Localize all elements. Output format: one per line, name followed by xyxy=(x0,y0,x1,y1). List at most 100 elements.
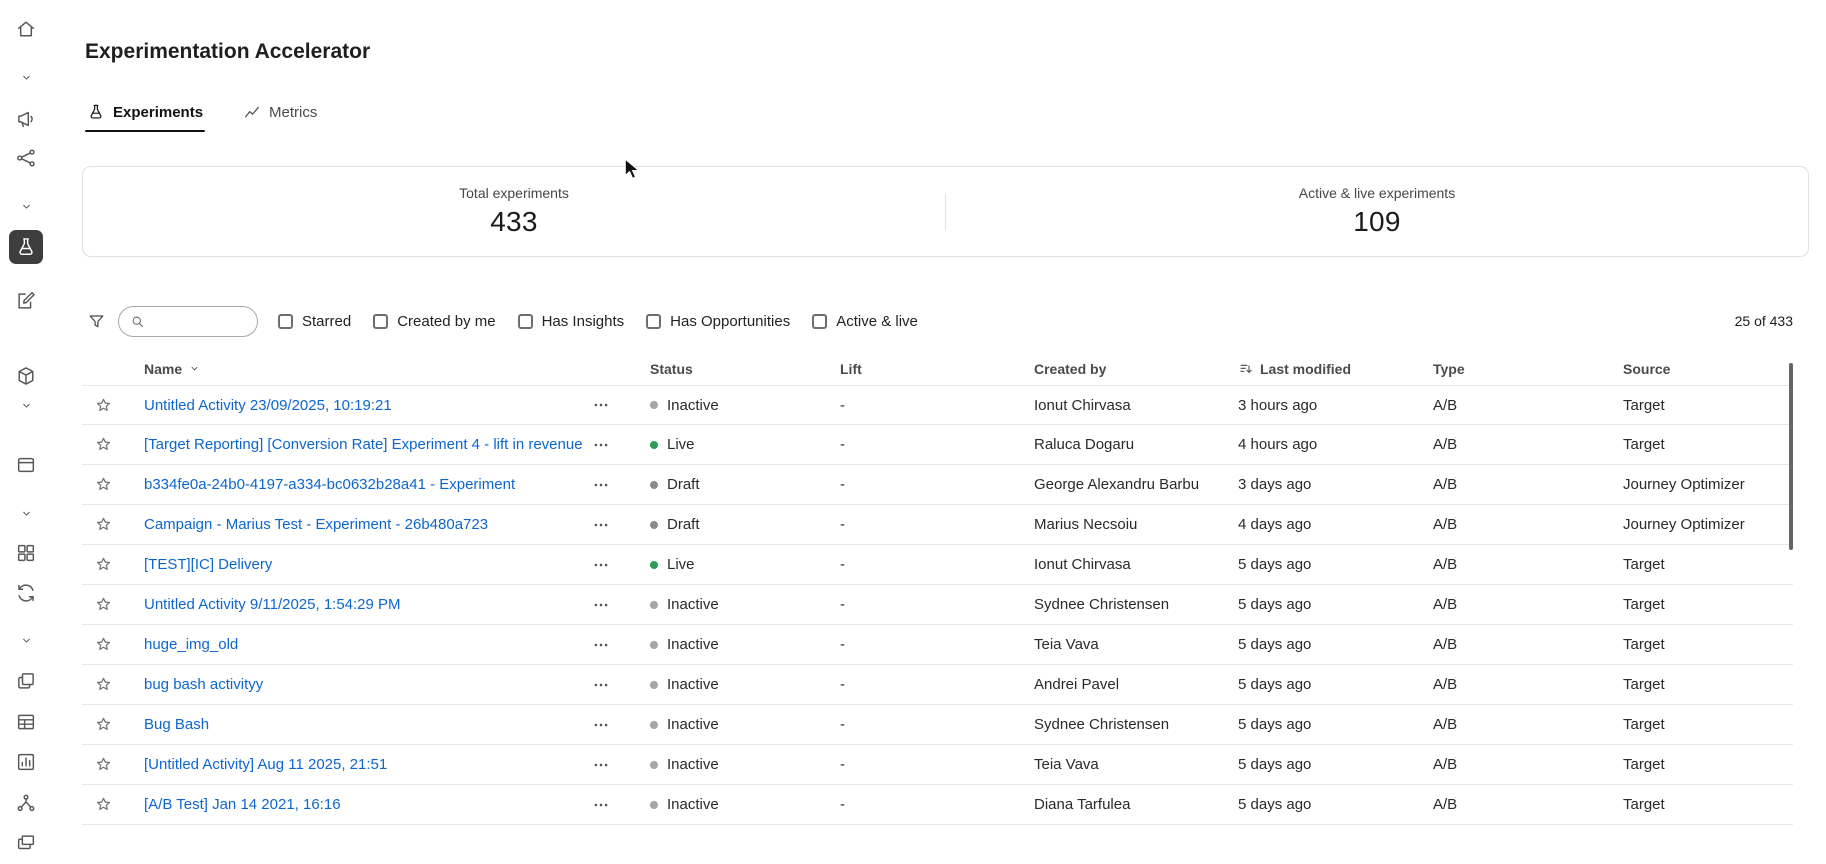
star-cell xyxy=(82,793,144,816)
created-by-cell: George Alexandru Barbu xyxy=(1034,476,1238,493)
star-button[interactable] xyxy=(92,753,115,776)
star-cell xyxy=(82,673,144,696)
star-button[interactable] xyxy=(92,673,115,696)
column-header-type[interactable]: Type xyxy=(1433,361,1623,377)
rail-item-chevron-down[interactable] xyxy=(9,623,43,657)
more-actions-button[interactable] xyxy=(588,794,614,816)
layers-icon xyxy=(15,832,37,854)
last-modified-cell: 5 days ago xyxy=(1238,796,1433,813)
stat-label: Total experiments xyxy=(459,185,569,201)
scrollbar-thumb[interactable] xyxy=(1789,363,1793,550)
column-header-status[interactable]: Status xyxy=(650,361,840,377)
filter-checkbox-created-by-me[interactable]: Created by me xyxy=(373,313,495,330)
star-cell xyxy=(82,513,144,536)
more-actions-button[interactable] xyxy=(588,394,614,416)
tab-metrics[interactable]: Metrics xyxy=(241,92,319,132)
more-actions-button[interactable] xyxy=(588,714,614,736)
more-actions-button[interactable] xyxy=(588,474,614,496)
source-cell: Target xyxy=(1623,436,1793,453)
more-actions-button[interactable] xyxy=(588,554,614,576)
experiment-name-link[interactable]: [A/B Test] Jan 14 2021, 16:16 xyxy=(144,796,341,813)
filter-checkbox-active-live[interactable]: Active & live xyxy=(812,313,918,330)
rail-item-network[interactable] xyxy=(9,786,43,820)
more-actions-button[interactable] xyxy=(588,594,614,616)
experiment-name-link[interactable]: [Target Reporting] [Conversion Rate] Exp… xyxy=(144,436,583,453)
rail-item-chevron-down[interactable] xyxy=(9,496,43,530)
star-button[interactable] xyxy=(92,793,115,816)
filter-checkbox-group: Starred Created by me Has Insights Has Oppo… xyxy=(278,313,918,330)
lift-cell: - xyxy=(840,796,1034,813)
rail-item-copy[interactable] xyxy=(9,664,43,698)
status-cell: Inactive xyxy=(650,716,840,733)
star-button[interactable] xyxy=(92,553,115,576)
source-cell: Target xyxy=(1623,397,1793,414)
experiment-name-link[interactable]: [Untitled Activity] Aug 11 2025, 21:51 xyxy=(144,756,387,773)
rail-item-megaphone[interactable] xyxy=(9,102,43,136)
experiment-name-link[interactable]: Untitled Activity 9/11/2025, 1:54:29 PM xyxy=(144,596,401,613)
column-header-last-modified[interactable]: Last modified xyxy=(1238,361,1433,377)
status-cell: Inactive xyxy=(650,676,840,693)
page-title: Experimentation Accelerator xyxy=(85,40,370,64)
column-header-name[interactable]: Name xyxy=(144,361,650,377)
star-button[interactable] xyxy=(92,633,115,656)
tab-experiments[interactable]: Experiments xyxy=(85,92,205,132)
rail-item-flask[interactable] xyxy=(9,230,43,264)
star-button[interactable] xyxy=(92,513,115,536)
more-actions-button[interactable] xyxy=(588,434,614,456)
tab-bar: Experiments Metrics xyxy=(85,92,319,132)
status-label: Inactive xyxy=(667,756,719,773)
funnel-icon xyxy=(87,312,106,331)
experiment-name-link[interactable]: Campaign - Marius Test - Experiment - 26… xyxy=(144,516,488,533)
rail-item-chevron-down[interactable] xyxy=(9,189,43,223)
status-dot xyxy=(650,721,658,729)
star-button[interactable] xyxy=(92,473,115,496)
rail-item-bar-chart[interactable] xyxy=(9,745,43,779)
rail-item-table[interactable] xyxy=(9,705,43,739)
experiment-name-link[interactable]: Untitled Activity 23/09/2025, 10:19:21 xyxy=(144,397,392,414)
experiment-name-link[interactable]: [TEST][IC] Delivery xyxy=(144,556,272,573)
created-by-cell: Sydnee Christensen xyxy=(1034,596,1238,613)
star-icon xyxy=(94,595,113,614)
more-actions-button[interactable] xyxy=(588,674,614,696)
star-icon xyxy=(94,715,113,734)
star-button[interactable] xyxy=(92,394,115,417)
rail-item-home[interactable] xyxy=(9,12,43,46)
star-button[interactable] xyxy=(92,433,115,456)
more-actions-button[interactable] xyxy=(588,754,614,776)
chevron-down-icon xyxy=(19,70,34,85)
status-cell: Draft xyxy=(650,476,840,493)
filter-checkbox-has-opportunities[interactable]: Has Opportunities xyxy=(646,313,790,330)
more-actions-button[interactable] xyxy=(588,634,614,656)
search-box[interactable] xyxy=(118,306,258,337)
column-header-source[interactable]: Source xyxy=(1623,361,1793,377)
rail-item-panel[interactable] xyxy=(9,448,43,482)
column-header-lift[interactable]: Lift xyxy=(840,361,1034,377)
rail-item-grid[interactable] xyxy=(9,536,43,570)
experiment-name-link[interactable]: bug bash activityy xyxy=(144,676,263,693)
experiment-name-link[interactable]: b334fe0a-24b0-4197-a334-bc0632b28a41 - E… xyxy=(144,476,515,493)
more-actions-button[interactable] xyxy=(588,514,614,536)
rail-item-sync[interactable] xyxy=(9,576,43,610)
star-button[interactable] xyxy=(92,593,115,616)
checkbox-icon xyxy=(646,314,661,329)
lift-cell: - xyxy=(840,436,1034,453)
filter-checkbox-starred[interactable]: Starred xyxy=(278,313,351,330)
more-icon xyxy=(592,716,610,734)
rail-item-workflow[interactable] xyxy=(9,141,43,175)
lift-cell: - xyxy=(840,756,1034,773)
filter-checkbox-has-insights[interactable]: Has Insights xyxy=(518,313,625,330)
rail-item-compose[interactable] xyxy=(9,284,43,318)
rail-item-chevron-down[interactable] xyxy=(9,388,43,422)
source-cell: Target xyxy=(1623,636,1793,653)
table-header-row: Name Status Lift Created by Last modifie… xyxy=(82,352,1793,385)
star-button[interactable] xyxy=(92,713,115,736)
experiment-name-link[interactable]: huge_img_old xyxy=(144,636,238,653)
search-input[interactable] xyxy=(151,313,246,329)
rail-item-layers[interactable] xyxy=(9,826,43,860)
star-cell xyxy=(82,433,144,456)
rail-item-chevron-down[interactable] xyxy=(9,60,43,94)
column-header-created-by[interactable]: Created by xyxy=(1034,361,1238,377)
last-modified-cell: 5 days ago xyxy=(1238,596,1433,613)
experiment-name-link[interactable]: Bug Bash xyxy=(144,716,209,733)
filter-button[interactable] xyxy=(82,307,110,335)
